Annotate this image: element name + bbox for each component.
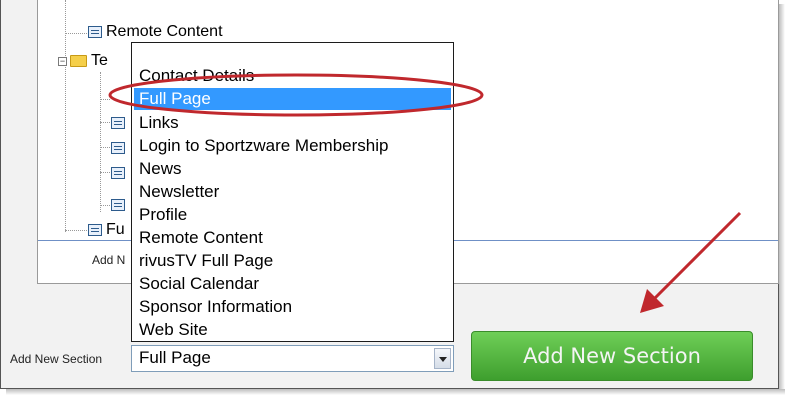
annotation-arrow-shaft xyxy=(648,211,742,305)
annotation-overlay xyxy=(108,73,742,313)
annotation-ellipse xyxy=(108,73,484,117)
